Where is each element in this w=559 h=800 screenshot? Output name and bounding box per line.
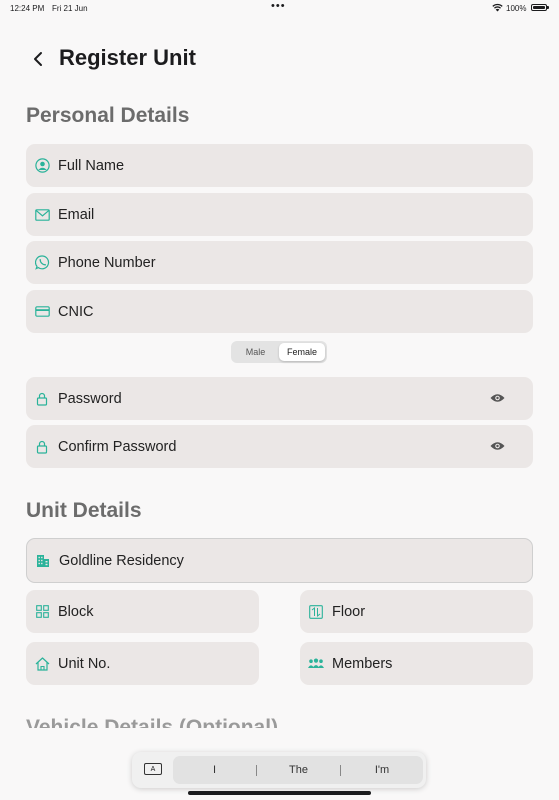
confirm-password-field[interactable]: Confirm Password: [26, 425, 533, 468]
phone-number-field[interactable]: Phone Number: [26, 241, 533, 284]
home-icon: [34, 656, 50, 672]
grid-icon: [34, 604, 50, 620]
predictive-suggestions: I The I'm: [173, 756, 423, 784]
suggestion-item[interactable]: The: [257, 756, 340, 784]
block-field[interactable]: Block: [26, 590, 259, 633]
gender-segmented-control: Male Female: [231, 341, 327, 363]
vehicle-details-heading: Vehicle Details (Optional): [26, 716, 279, 739]
status-bar: 12:24 PM Fri 21 Jun ••• 100%: [0, 0, 559, 18]
multitasking-dots-icon[interactable]: •••: [271, 0, 286, 12]
page-title: Register Unit: [59, 45, 196, 70]
eye-icon[interactable]: [489, 391, 505, 405]
phone-number-placeholder: Phone Number: [58, 254, 156, 271]
status-time: 12:24 PM: [10, 4, 45, 13]
full-name-field[interactable]: Full Name: [26, 144, 533, 187]
suggestion-item[interactable]: I'm: [341, 756, 423, 784]
lock-icon: [34, 439, 50, 455]
status-date: Fri 21 Jun: [52, 4, 88, 13]
members-field[interactable]: Members: [300, 642, 533, 685]
unit-no-field[interactable]: Unit No.: [26, 642, 259, 685]
members-placeholder: Members: [332, 655, 393, 672]
keyboard-toggle-icon[interactable]: A: [144, 763, 162, 775]
building-icon: [35, 553, 51, 569]
whatsapp-icon: [34, 255, 50, 271]
person-circle-icon: [34, 158, 50, 174]
chevron-left-icon: [34, 52, 42, 66]
floor-icon: [308, 604, 324, 620]
wifi-icon: [492, 3, 503, 14]
password-placeholder: Password: [58, 390, 122, 407]
confirm-password-placeholder: Confirm Password: [58, 438, 177, 455]
unit-no-placeholder: Unit No.: [58, 655, 111, 672]
gender-female-segment[interactable]: Female: [279, 343, 325, 361]
floor-placeholder: Floor: [332, 603, 366, 620]
battery-percent: 100%: [506, 4, 527, 13]
people-icon: [308, 656, 324, 672]
battery-icon: [531, 4, 549, 11]
unit-details-heading: Unit Details: [26, 499, 142, 522]
full-name-placeholder: Full Name: [58, 157, 125, 174]
cnic-placeholder: CNIC: [58, 303, 94, 320]
personal-details-heading: Personal Details: [26, 104, 190, 127]
keyboard-suggestion-bar: A I The I'm: [132, 752, 426, 788]
credit-card-icon: [34, 304, 50, 320]
password-field[interactable]: Password: [26, 377, 533, 420]
home-indicator[interactable]: [188, 791, 371, 795]
floor-field[interactable]: Floor: [300, 590, 533, 633]
lock-icon: [34, 391, 50, 407]
residency-value: Goldline Residency: [59, 552, 184, 569]
email-field[interactable]: Email: [26, 193, 533, 236]
email-placeholder: Email: [58, 206, 95, 223]
gender-male-segment[interactable]: Male: [233, 343, 278, 361]
eye-icon[interactable]: [489, 439, 505, 453]
cnic-field[interactable]: CNIC: [26, 290, 533, 333]
suggestion-item[interactable]: I: [173, 756, 256, 784]
back-button[interactable]: [26, 44, 50, 74]
block-placeholder: Block: [58, 603, 94, 620]
residency-field[interactable]: Goldline Residency: [26, 538, 533, 583]
envelope-icon: [34, 207, 50, 223]
